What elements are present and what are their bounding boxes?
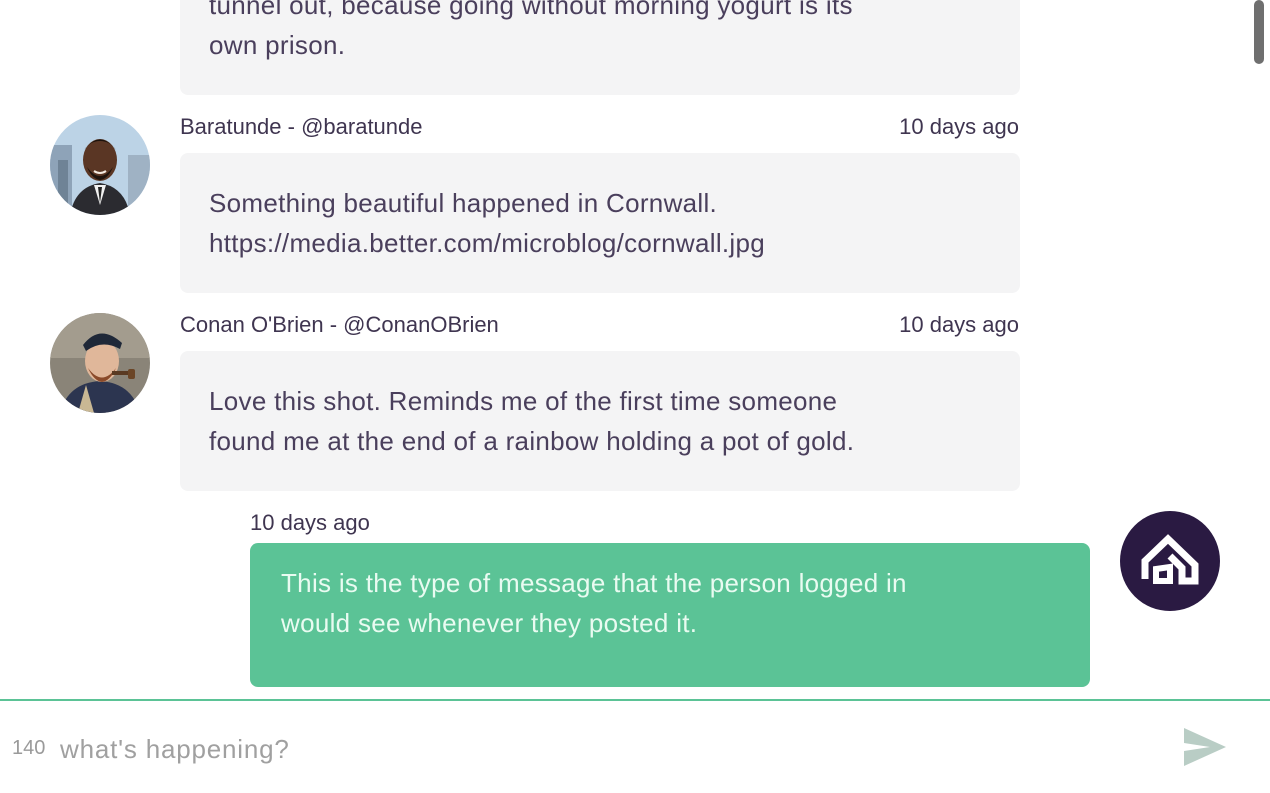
message-feed[interactable]: tunnel out, because going without mornin…: [0, 0, 1270, 700]
avatar-photo: [50, 313, 150, 413]
own-message-bubble: This is the type of message that the per…: [250, 543, 1090, 687]
avatar-photo: [50, 115, 150, 215]
logo-icon: [1141, 534, 1199, 585]
message-author[interactable]: Conan O'Brien - @ConanOBrien: [180, 312, 499, 338]
send-button[interactable]: [1180, 725, 1230, 769]
message-author[interactable]: Baratunde - @baratunde: [180, 114, 423, 140]
own-avatar[interactable]: [1120, 511, 1220, 611]
message-text-line: would see whenever they posted it.: [281, 608, 698, 638]
message-timestamp: 10 days ago: [899, 312, 1019, 337]
own-message-timestamp: 10 days ago: [250, 510, 370, 535]
char-counter: 140: [12, 737, 46, 759]
message-text-line: found me at the end of a rainbow holding…: [209, 426, 855, 456]
message-bubble: tunnel out, because going without mornin…: [180, 0, 1020, 95]
message-text-line: own prison.: [209, 30, 346, 60]
message-bubble: Something beautiful happened in Cornwall…: [180, 153, 1020, 293]
avatar-conan[interactable]: [50, 313, 150, 413]
compose-input[interactable]: [58, 723, 1142, 775]
message-link[interactable]: https://media.better.com/microblog/cornw…: [209, 223, 991, 263]
message-text-line: tunnel out, because going without mornin…: [209, 0, 853, 20]
compose-bar: 140: [0, 699, 1270, 793]
send-icon: [1184, 728, 1226, 766]
message-bubble: Love this shot. Reminds me of the first …: [180, 351, 1020, 491]
scrollbar-thumb[interactable]: [1254, 0, 1264, 64]
message-text-line: Something beautiful happened in Cornwall…: [209, 188, 718, 218]
message-text-line: Love this shot. Reminds me of the first …: [209, 386, 838, 416]
message-text-line: This is the type of message that the per…: [281, 568, 907, 598]
message-timestamp: 10 days ago: [899, 114, 1019, 139]
avatar-baratunde[interactable]: [50, 115, 150, 215]
